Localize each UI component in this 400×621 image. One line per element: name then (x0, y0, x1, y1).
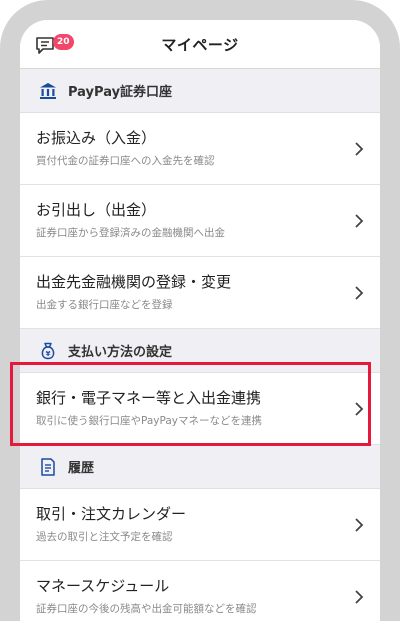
menu-item-title: マネースケジュール (36, 577, 170, 595)
menu-item-subtitle: 過去の取引と注文予定を確認 (36, 531, 173, 543)
menu-item-subtitle: 証券口座から登録済みの金融機関へ出金 (36, 227, 225, 239)
document-icon (38, 457, 58, 477)
page-title: マイページ (161, 35, 239, 54)
menu-item-withdrawal[interactable]: お引出し（出金） 証券口座から登録済みの金融機関へ出金 (20, 185, 380, 257)
section-header-payment: ¥ 支払い方法の設定 (20, 329, 380, 373)
chevron-right-icon (355, 214, 364, 228)
chevron-right-icon (355, 286, 364, 300)
chevron-right-icon (355, 518, 364, 532)
bank-building-icon (38, 81, 58, 101)
menu-item-money-schedule[interactable]: マネースケジュール 証券口座の今後の残高や出金可能額などを確認 (20, 561, 380, 621)
menu-item-title: 取引・注文カレンダー (36, 505, 187, 523)
section-header-history: 履歴 (20, 445, 380, 489)
menu-item-withdrawal-bank[interactable]: 出金先金融機関の登録・変更 出金する銀行口座などを登録 (20, 257, 380, 329)
menu-item-title: お振込み（入金） (36, 129, 157, 147)
menu-item-subtitle: 出金する銀行口座などを登録 (36, 299, 173, 311)
section-label: PayPay証券口座 (68, 85, 173, 100)
menu-item-subtitle: 買付代金の証券口座への入金先を確認 (36, 155, 215, 167)
menu-item-title: 出金先金融機関の登録・変更 (36, 273, 232, 291)
section-label: 履歴 (68, 461, 95, 476)
app-header: 20 マイページ (20, 20, 380, 69)
chevron-right-icon (355, 142, 364, 156)
device-stage: 20 マイページ PayPay証券口座 お振込み（入金） 買付代金の証券口座への… (0, 0, 400, 621)
menu-item-trade-calendar[interactable]: 取引・注文カレンダー 過去の取引と注文予定を確認 (20, 489, 380, 561)
svg-text:¥: ¥ (46, 350, 51, 358)
app-screen: 20 マイページ PayPay証券口座 お振込み（入金） 買付代金の証券口座への… (20, 20, 380, 621)
menu-item-subtitle: 取引に使う銀行口座やPayPayマネーなどを連携 (36, 415, 263, 427)
chevron-right-icon (355, 590, 364, 604)
menu-item-deposit[interactable]: お振込み（入金） 買付代金の証券口座への入金先を確認 (20, 113, 380, 185)
menu-item-payment-link[interactable]: 銀行・電子マネー等と入出金連携 取引に使う銀行口座やPayPayマネーなどを連携 (20, 373, 380, 445)
menu-item-title: お引出し（出金） (36, 201, 157, 219)
notification-badge: 20 (53, 34, 74, 50)
section-label: 支払い方法の設定 (68, 345, 173, 360)
chevron-right-icon (355, 402, 364, 416)
section-header-account: PayPay証券口座 (20, 69, 380, 113)
menu-item-title: 銀行・電子マネー等と入出金連携 (36, 389, 262, 407)
menu-item-subtitle: 証券口座の今後の残高や出金可能額などを確認 (36, 603, 257, 615)
money-bag-icon: ¥ (38, 341, 58, 361)
